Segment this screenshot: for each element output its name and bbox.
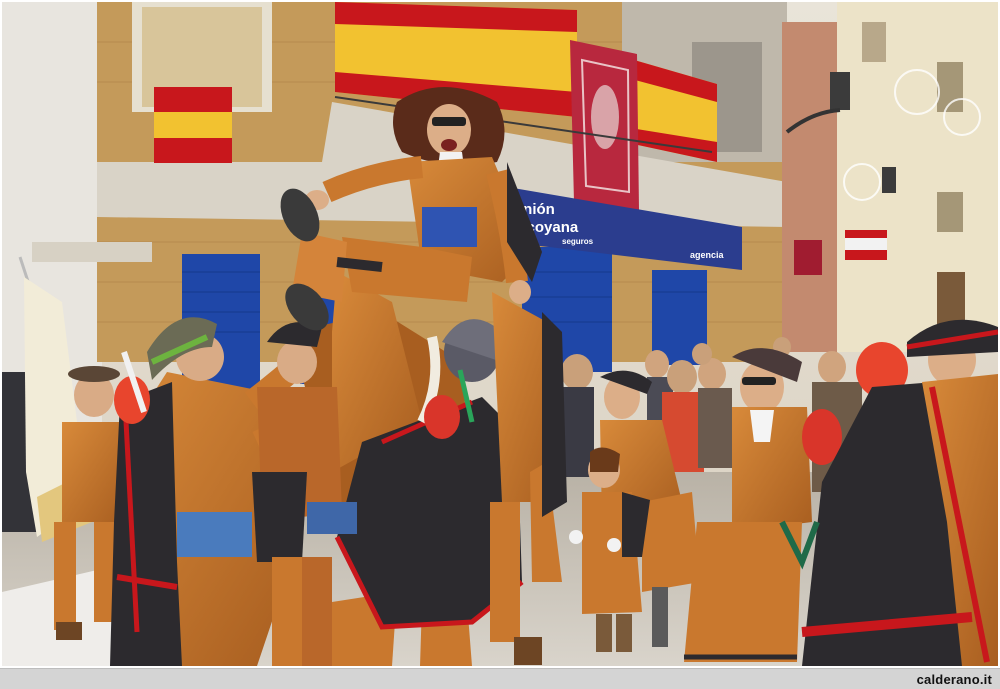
religious-banner (570, 40, 639, 210)
photo-credit[interactable]: calderano.it (917, 670, 992, 689)
building-right-cream (837, 2, 998, 352)
building-right-pink (782, 22, 842, 352)
shop-sign-agency: agencia (690, 250, 725, 260)
credit-bar: calderano.it (0, 668, 1000, 689)
shop-sign-line3: seguros (562, 237, 594, 246)
carnival-photo: unión alcoyana seguros agencia (2, 2, 998, 666)
flag-small (154, 87, 232, 163)
photo-scene: unión alcoyana seguros agencia (2, 2, 998, 666)
ledge (32, 242, 152, 262)
photo-frame: unión alcoyana seguros agencia calderano… (0, 0, 1000, 689)
